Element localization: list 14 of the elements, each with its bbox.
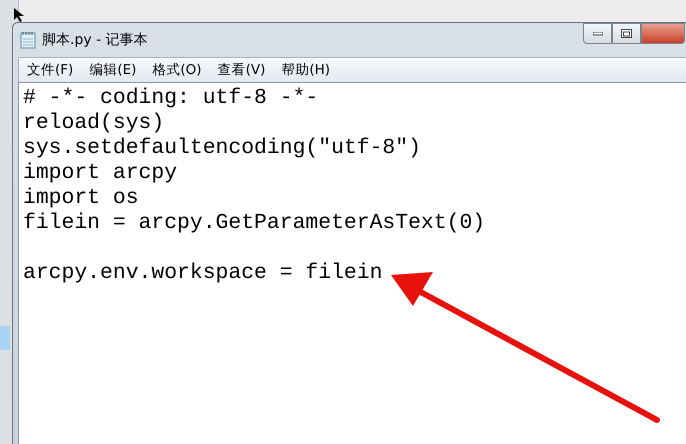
text-editor[interactable]: # -*- coding: utf-8 -*- reload(sys) sys.setdefaultencoding("utf-8") import arcpy import os filein = arcpy.GetParameterAsText(0) arcpy.env.workspace = filein [18, 82, 686, 444]
minimize-button[interactable] [583, 23, 612, 44]
menu-item[interactable]: 格式(O) [144, 61, 210, 79]
menu-item[interactable]: 编辑(E) [81, 61, 144, 79]
maximize-button[interactable] [612, 23, 641, 44]
menu-item[interactable]: 帮助(H) [273, 61, 338, 79]
window-title: 脚本.py - 记事本 [42, 31, 148, 49]
maximize-icon [621, 29, 632, 38]
mouse-pointer-icon [14, 8, 26, 22]
notepad-icon [20, 31, 36, 49]
editor-text: # -*- coding: utf-8 -*- reload(sys) sys.setdefaultencoding("utf-8") import arcpy import os filein = arcpy.GetParameterAsText(0) arcpy.env.workspace = filein [23, 86, 486, 286]
menu-item[interactable]: 文件(F) [19, 61, 82, 79]
menu-item[interactable]: 查看(V) [210, 61, 274, 79]
minimize-icon [592, 32, 602, 36]
